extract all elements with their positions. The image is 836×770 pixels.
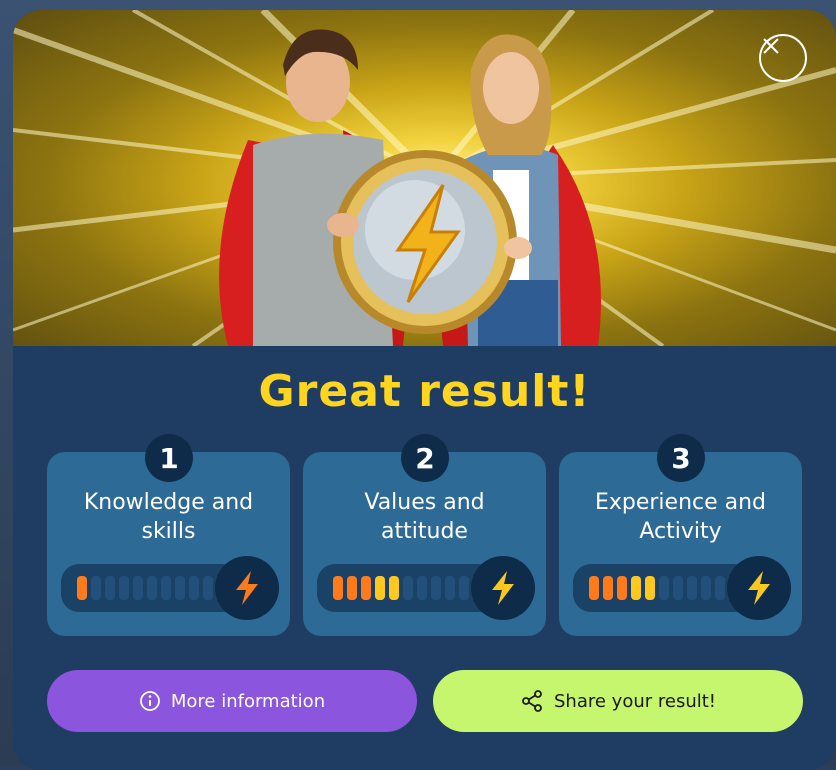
lightning-badge [215,556,279,620]
level-meter [61,556,279,620]
score-card-values: 2 Values and attitude [303,434,546,636]
info-icon [139,691,160,711]
level-segments [589,576,725,600]
share-result-label: Share your result! [554,690,716,712]
card-number-badge: 1 [145,434,193,482]
more-information-label: More information [170,690,326,712]
share-result-button[interactable]: Share your result! [433,670,803,732]
level-segment [203,576,213,600]
hero-image [13,10,836,346]
level-segment [175,576,185,600]
level-segment [119,576,129,600]
hero-illustration [13,10,836,346]
card-label: Experience and Activity [594,490,767,544]
level-segment [659,576,669,600]
level-segment [403,576,413,600]
level-segment [347,576,357,600]
lightning-icon [492,571,514,605]
level-segment [715,576,725,600]
level-segment [375,576,385,600]
more-information-button[interactable]: More information [47,670,417,732]
lightning-icon [748,571,770,605]
level-segment [389,576,399,600]
level-segment [589,576,599,600]
level-segment [161,576,171,600]
level-segment [673,576,683,600]
level-segment [189,576,199,600]
level-segment [459,576,469,600]
result-title: Great result! [258,366,591,417]
level-segment [105,576,115,600]
level-segments [333,576,469,600]
level-segment [617,576,627,600]
lightning-badge [471,556,535,620]
level-segment [603,576,613,600]
level-segment [645,576,655,600]
level-segment [687,576,697,600]
share-icon [522,690,542,712]
card-label: Values and attitude [364,490,485,544]
lightning-badge [727,556,791,620]
level-segment [147,576,157,600]
level-segment [91,576,101,600]
score-card-experience: 3 Experience and Activity [559,434,802,636]
level-segment [445,576,455,600]
card-label: Knowledge and skills [83,490,254,544]
level-meter [573,556,791,620]
lightning-icon [236,571,258,605]
close-icon [763,38,779,54]
result-dialog: Great result! 1 Knowledge and skills 2 V… [13,10,836,770]
level-segment [631,576,641,600]
level-segments [77,576,213,600]
level-segment [431,576,441,600]
level-segment [701,576,711,600]
level-segment [77,576,87,600]
card-number-badge: 2 [401,434,449,482]
level-segment [333,576,343,600]
close-button[interactable] [759,34,807,82]
level-segment [133,576,143,600]
level-segment [361,576,371,600]
level-meter [317,556,535,620]
level-segment [417,576,427,600]
card-number-badge: 3 [657,434,705,482]
score-card-knowledge: 1 Knowledge and skills [47,434,290,636]
